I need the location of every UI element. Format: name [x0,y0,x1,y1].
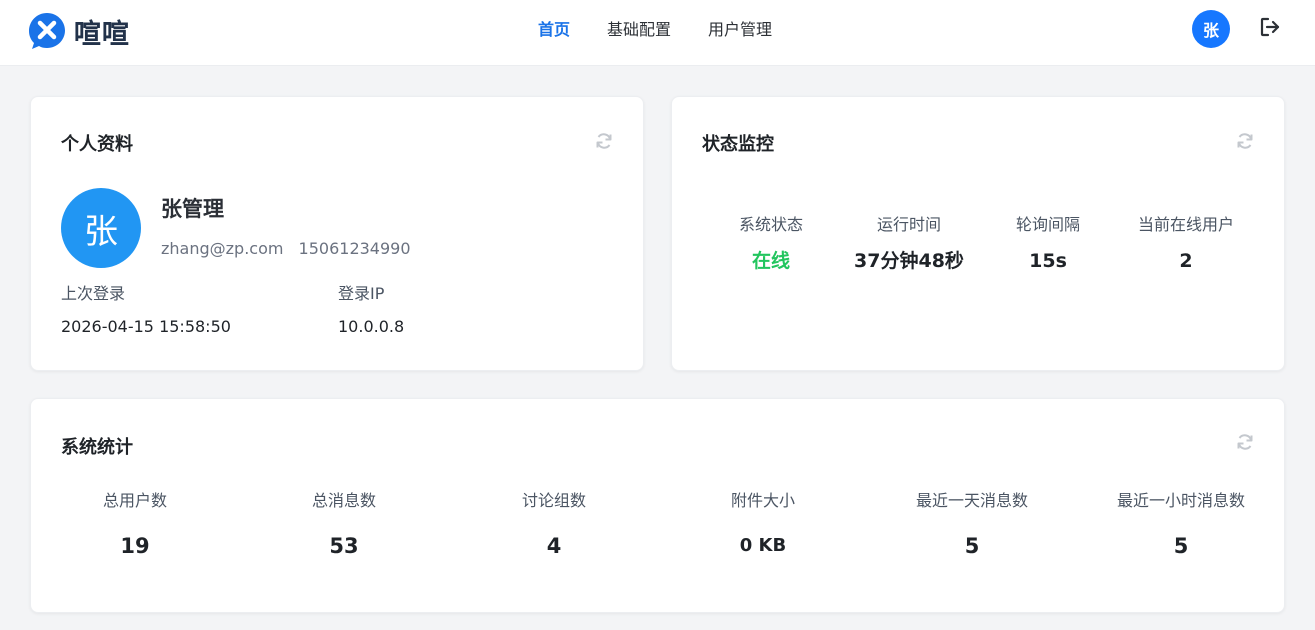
refresh-icon[interactable] [1235,131,1255,151]
stat-value: 53 [329,534,359,558]
system-stats-title: 系统统计 [61,437,133,458]
profile-avatar: 张 [61,188,141,268]
nav-item-user-management[interactable]: 用户管理 [708,19,772,41]
status-item-system: 系统状态 在线 [701,215,841,273]
refresh-icon[interactable] [1235,432,1255,452]
header-user-avatar[interactable]: 张 [1192,10,1230,48]
status-item-label: 运行时间 [876,215,941,234]
stat-label: 讨论组数 [521,491,586,510]
status-item-value: 2 [1179,250,1193,272]
status-item-online-users: 当前在线用户 2 [1116,215,1256,273]
stat-attachment-size: 附件大小 0 KB [668,491,858,559]
stat-label: 最近一天消息数 [915,491,1028,510]
status-card-title: 状态监控 [702,134,774,155]
nav-item-basic-config[interactable]: 基础配置 [607,19,671,41]
refresh-icon[interactable] [594,131,614,151]
stat-messages-last-day: 最近一天消息数 5 [877,491,1067,559]
app-name: 喧喧 [74,18,130,50]
status-item-label: 系统状态 [738,215,803,234]
stat-label: 最近一小时消息数 [1116,491,1245,510]
status-item-uptime: 运行时间 37分钟48秒 [839,215,979,273]
profile-email: zhang@zp.com [161,239,284,258]
stat-total-messages: 总消息数 53 [249,491,439,559]
xuanxuan-logo-icon [29,13,65,49]
profile-user-name: 张管理 [161,197,224,221]
app-logo[interactable]: 喧喧 [28,12,130,50]
profile-card: 个人资料 张 张管理 zhang@zp.com 15061234990 上次登录… [30,96,644,371]
status-item-value: 15s [1029,250,1067,272]
stat-messages-last-hour: 最近一小时消息数 5 [1086,491,1276,559]
last-login-label: 上次登录 [61,284,126,303]
status-item-value: 37分钟48秒 [854,250,964,272]
status-item-label: 当前在线用户 [1137,215,1234,234]
stat-label: 附件大小 [730,491,795,510]
main-nav: 首页 基础配置 用户管理 [538,19,809,41]
stat-value: 19 [120,534,150,558]
stat-total-users: 总用户数 19 [40,491,230,559]
stat-value: 5 [1173,534,1189,558]
login-ip-label: 登录IP [338,284,385,303]
status-item-poll-interval: 轮询间隔 15s [978,215,1118,273]
profile-contact: zhang@zp.com 15061234990 [161,239,411,258]
stat-discussion-groups: 讨论组数 4 [459,491,649,559]
stat-label: 总用户数 [102,491,167,510]
status-card: 状态监控 系统状态 在线 运行时间 37分钟48秒 轮询间隔 15s 当前在线用… [671,96,1285,371]
stat-value: 0 KB [739,535,787,556]
logout-icon[interactable] [1259,16,1281,38]
top-bar: 喧喧 首页 基础配置 用户管理 张 [0,0,1315,66]
stat-value: 5 [964,534,980,558]
profile-phone: 15061234990 [298,239,411,258]
last-login-value: 2026-04-15 15:58:50 [61,317,231,336]
system-stats-card: 系统统计 总用户数 19 总消息数 53 讨论组数 4 附件大小 0 KB 最近… [30,398,1285,613]
profile-card-title: 个人资料 [61,134,133,155]
status-item-label: 轮询间隔 [1015,215,1080,234]
stat-value: 4 [546,534,562,558]
stat-label: 总消息数 [311,491,376,510]
status-online-value: 在线 [751,250,790,272]
nav-item-home[interactable]: 首页 [538,19,570,41]
login-ip-value: 10.0.0.8 [338,317,405,336]
